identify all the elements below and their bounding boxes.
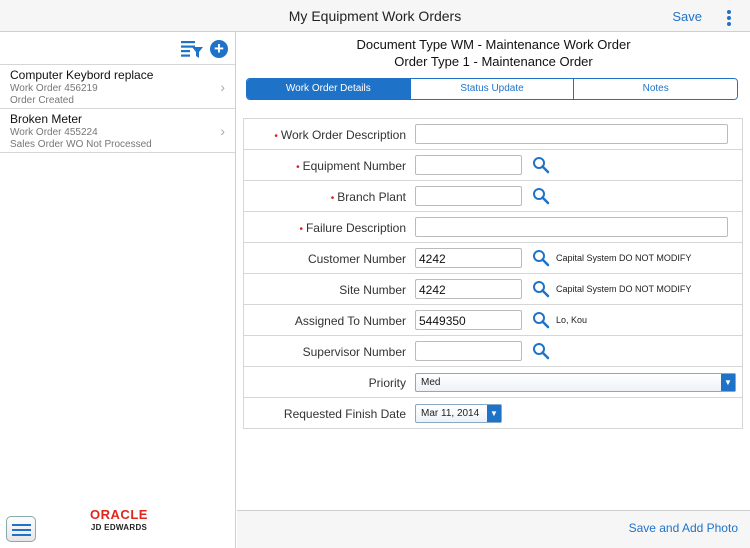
- field-label: • Failure Description: [299, 221, 406, 235]
- list-item-title: Broken Meter: [10, 112, 83, 126]
- chevron-right-icon: ›: [220, 79, 225, 95]
- list-item-status: Order Created: [10, 95, 74, 106]
- form-row-priority: Priority Med ▼: [244, 367, 742, 398]
- list-item-status: Sales Order WO Not Processed: [10, 139, 152, 150]
- form-row-supervisor-number: Supervisor Number: [244, 336, 742, 367]
- tab-notes[interactable]: Notes: [573, 79, 737, 99]
- list-item[interactable]: Broken Meter Work Order 455224 Sales Ord…: [0, 109, 235, 153]
- list-item-title: Computer Keybord replace: [10, 68, 154, 82]
- site-description: Capital System DO NOT MODIFY: [556, 284, 692, 294]
- assigned-to-number-input[interactable]: 5449350: [415, 310, 522, 330]
- field-label: • Equipment Number: [296, 159, 406, 173]
- failure-description-input[interactable]: [415, 217, 728, 237]
- filter-list-icon[interactable]: [180, 39, 204, 59]
- tab-work-order-details[interactable]: Work Order Details: [247, 79, 410, 99]
- required-marker: •: [274, 131, 278, 142]
- sidebar-toolbar: +: [0, 32, 235, 65]
- top-bar: My Equipment Work Orders Save: [0, 0, 750, 32]
- order-type-label: Order Type 1 - Maintenance Order: [394, 54, 593, 69]
- field-label: Priority: [368, 376, 406, 390]
- branch-plant-input[interactable]: [415, 186, 522, 206]
- work-order-description-input[interactable]: [415, 124, 728, 144]
- priority-selected-value: Med: [421, 377, 441, 388]
- supervisor-number-input[interactable]: [415, 341, 522, 361]
- main-panel: Document Type WM - Maintenance Work Orde…: [237, 32, 750, 510]
- tab-status-update[interactable]: Status Update: [409, 79, 574, 99]
- document-type-label: Document Type WM - Maintenance Work Orde…: [356, 37, 631, 52]
- work-order-form: • Work Order Description • Equipment Numbe…: [243, 118, 743, 429]
- required-marker: •: [296, 162, 300, 173]
- hamburger-menu-icon[interactable]: [6, 516, 36, 542]
- chevron-down-icon: ▼: [487, 405, 501, 422]
- field-label: • Work Order Description: [274, 128, 406, 142]
- magnifier-icon[interactable]: [532, 187, 550, 205]
- magnifier-icon[interactable]: [532, 311, 550, 329]
- logo-jde-text: JD EDWARDS: [90, 523, 148, 532]
- tab-bar: Work Order Details Status Update Notes: [246, 78, 738, 100]
- field-label: • Branch Plant: [330, 190, 406, 204]
- equipment-number-input[interactable]: [415, 155, 522, 175]
- list-item[interactable]: Computer Keybord replace Work Order 4562…: [0, 65, 235, 109]
- magnifier-icon[interactable]: [532, 280, 550, 298]
- customer-description: Capital System DO NOT MODIFY: [556, 253, 692, 263]
- form-row-customer-number: Customer Number 4242 Capital System DO N…: [244, 243, 742, 274]
- form-row-branch-plant: • Branch Plant: [244, 181, 742, 212]
- list-item-subtitle: Work Order 456219: [10, 83, 98, 94]
- customer-number-input[interactable]: 4242: [415, 248, 522, 268]
- priority-select[interactable]: Med ▼: [415, 373, 736, 392]
- magnifier-icon[interactable]: [532, 156, 550, 174]
- save-and-add-photo-button[interactable]: Save and Add Photo: [629, 521, 738, 535]
- field-label: Assigned To Number: [294, 314, 406, 328]
- date-value: Mar 11, 2014: [421, 408, 480, 419]
- required-marker: •: [330, 193, 335, 204]
- form-row-site-number: Site Number 4242 Capital System DO NOT M…: [244, 274, 742, 305]
- logo-oracle-text: ORACLE: [90, 507, 148, 522]
- field-label: Requested Finish Date: [283, 407, 406, 421]
- page-title: My Equipment Work Orders: [288, 8, 462, 24]
- oracle-jd-edwards-logo: ORACLE JD EDWARDS: [82, 508, 156, 532]
- bottom-bar: Save and Add Photo: [237, 510, 750, 548]
- chevron-right-icon: ›: [220, 123, 225, 139]
- magnifier-icon[interactable]: [532, 342, 550, 360]
- form-row-assigned-to-number: Assigned To Number 5449350 Lo, Kou: [244, 305, 742, 336]
- form-row-requested-finish-date: Requested Finish Date Mar 11, 2014 ▼: [244, 398, 742, 429]
- add-icon[interactable]: +: [210, 40, 228, 58]
- magnifier-icon[interactable]: [532, 249, 550, 267]
- chevron-down-icon: ▼: [721, 374, 735, 391]
- kebab-menu-icon[interactable]: [726, 10, 732, 26]
- requested-finish-date-picker[interactable]: Mar 11, 2014 ▼: [415, 404, 502, 423]
- site-number-input[interactable]: 4242: [415, 279, 522, 299]
- form-row-failure-description: • Failure Description: [244, 212, 742, 243]
- field-label: Customer Number: [307, 252, 406, 266]
- save-button[interactable]: Save: [672, 9, 702, 24]
- assigned-to-name: Lo, Kou: [556, 315, 588, 325]
- form-row-work-order-description: • Work Order Description: [244, 119, 742, 150]
- sidebar: + Computer Keybord replace Work Order 45…: [0, 32, 236, 548]
- required-marker: •: [299, 224, 303, 235]
- form-row-equipment-number: • Equipment Number: [244, 150, 742, 181]
- field-label: Supervisor Number: [302, 345, 406, 359]
- list-item-subtitle: Work Order 455224: [10, 127, 98, 138]
- field-label: Site Number: [339, 283, 406, 297]
